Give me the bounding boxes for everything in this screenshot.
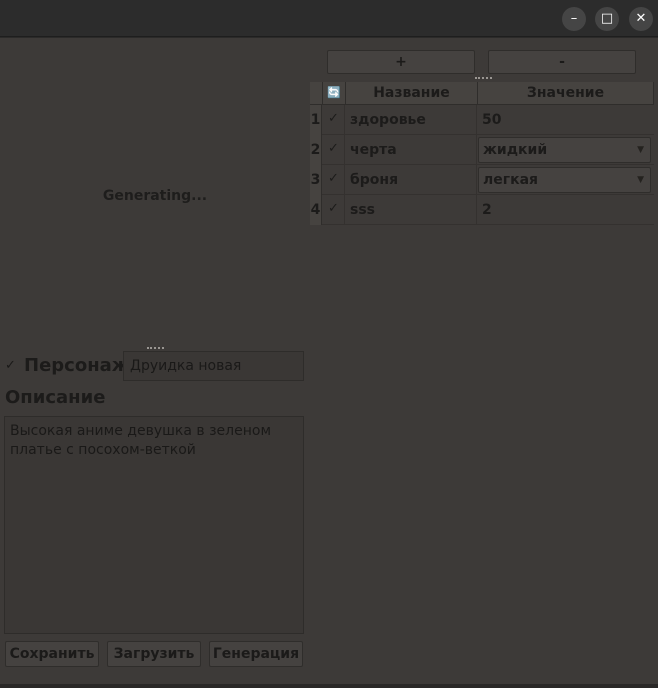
row-value-combobox[interactable]: жидкий ▼ [478, 137, 651, 163]
row-name-cell[interactable]: черта [346, 135, 477, 165]
description-textarea[interactable]: Высокая аниме девушка в зеленом платье с… [4, 416, 304, 634]
remove-row-button[interactable]: - [488, 50, 636, 74]
column-header-name[interactable]: Название [346, 82, 478, 105]
maximize-icon: □ [600, 11, 614, 26]
row-value-cell[interactable]: 2 [478, 195, 654, 225]
row-name-cell[interactable]: броня [346, 165, 477, 195]
row-value-combobox[interactable]: легкая ▼ [478, 167, 651, 193]
row-number: 4 [310, 195, 322, 225]
splitter-handle[interactable] [147, 347, 164, 349]
add-row-button[interactable]: + [327, 50, 475, 74]
combobox-value: жидкий [483, 142, 548, 158]
row-number: 2 [310, 135, 322, 165]
chevron-down-icon: ▼ [637, 145, 644, 155]
close-icon: ✕ [635, 11, 647, 26]
row-checkbox[interactable]: ✓ [323, 135, 345, 165]
corner-header [310, 82, 323, 105]
table-row[interactable]: 3 ✓ броня легкая ▼ [310, 165, 654, 195]
table-row[interactable]: 4 ✓ sss 2 [310, 195, 654, 225]
chevron-down-icon: ▼ [637, 175, 644, 185]
row-name-cell[interactable]: sss [346, 195, 477, 225]
minimize-icon: – [570, 11, 578, 26]
description-text: Высокая аниме девушка в зеленом платье с… [10, 423, 272, 458]
character-label: Персонаж [24, 355, 130, 376]
load-button[interactable]: Загрузить [107, 641, 201, 667]
table-splitter-handle[interactable] [475, 77, 492, 79]
row-name-cell[interactable]: здоровье [346, 105, 477, 135]
title-bar: – □ ✕ [0, 0, 658, 37]
row-checkbox[interactable]: ✓ [323, 165, 345, 195]
maximize-button[interactable]: □ [595, 7, 619, 31]
row-number: 3 [310, 165, 322, 195]
row-value-cell[interactable]: 50 [478, 105, 654, 135]
character-checkbox[interactable]: ✓ [5, 359, 16, 373]
column-header-value[interactable]: Значение [478, 82, 654, 105]
description-label: Описание [5, 387, 106, 408]
refresh-icon: 🔄 [327, 86, 341, 99]
generate-button[interactable]: Генерация [209, 641, 303, 667]
bottom-edge [0, 684, 658, 688]
character-name-input[interactable]: Друидка новая [123, 351, 304, 381]
save-button[interactable]: Сохранить [5, 641, 99, 667]
right-panel: + - 🔄 Название Значение 1 ✓ здоровье 50 … [310, 38, 658, 684]
minimize-button[interactable]: – [562, 7, 586, 31]
character-name-value: Друидка новая [130, 358, 242, 374]
row-checkbox[interactable]: ✓ [323, 105, 345, 135]
left-panel: Generating... ✓ Персонаж Друидка новая О… [0, 38, 310, 684]
generation-status: Generating... [102, 188, 208, 204]
row-number: 1 [310, 105, 322, 135]
refresh-header[interactable]: 🔄 [323, 82, 346, 105]
combobox-value: легкая [483, 172, 539, 188]
table-row[interactable]: 2 ✓ черта жидкий ▼ [310, 135, 654, 165]
row-checkbox[interactable]: ✓ [323, 195, 345, 225]
table-row[interactable]: 1 ✓ здоровье 50 [310, 105, 654, 135]
close-button[interactable]: ✕ [629, 7, 653, 31]
